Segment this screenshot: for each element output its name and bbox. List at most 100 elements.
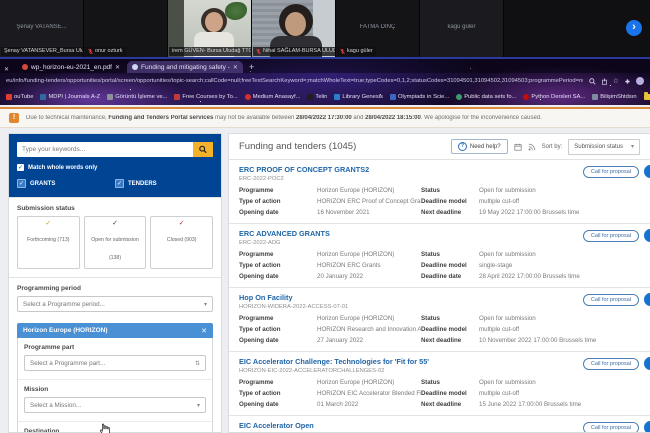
favourite-circle-button[interactable] (644, 165, 650, 178)
bookmark-item[interactable]: Medium Anasayf... (245, 94, 301, 100)
pdf-favicon (22, 64, 28, 70)
status-forthcoming-toggle[interactable]: ✓ Forthcoming (713) (17, 216, 80, 269)
call-title-link[interactable]: Hop On Facility (239, 293, 539, 302)
close-icon[interactable]: ✕ (4, 66, 9, 73)
status-open-toggle[interactable]: ✓ Open for submission (138) (84, 216, 147, 269)
tenders-checkbox[interactable]: ✓ TENDERS (115, 179, 213, 188)
call-title-link[interactable]: ERC PROOF OF CONCEPT GRANTS2 (239, 165, 539, 174)
status-closed-toggle[interactable]: ✓ Closed (903) (150, 216, 213, 269)
bookmark-item[interactable]: ouTube (6, 94, 33, 100)
check-icon: ✓ (152, 220, 211, 228)
programme-period-select[interactable]: Select a Programme period... ▾ (17, 296, 213, 312)
selected-programme-chip[interactable]: Horizon Europe (HORIZON) ✕ (17, 323, 213, 338)
participant-tile[interactable]: Şenay VATANSE... Şenay VATANSEVER_Bursa … (0, 0, 83, 57)
results-panel: Funding and tenders (1045) ? Need help? … (228, 133, 650, 433)
chevron-down-icon: ▾ (197, 402, 200, 409)
grants-checkbox[interactable]: ✓ GRANTS (17, 179, 115, 188)
results-list: ERC PROOF OF CONCEPT GRANTS2 ERC-2022-PO… (229, 160, 650, 432)
match-whole-words-checkbox[interactable]: ✓ Match whole words only (17, 164, 213, 171)
url-text[interactable]: eu/info/funding-tenders/opportunities/po… (6, 78, 583, 84)
participant-tile[interactable]: kagu güler (420, 0, 503, 57)
favourite-circle-button[interactable] (644, 293, 650, 306)
bookmark-item[interactable]: Telin (307, 94, 327, 100)
next-participants-icon[interactable]: › (626, 20, 642, 36)
section-label: Programming period (17, 285, 213, 292)
destination-section: Destination Select a Destination... ▾ (18, 422, 212, 433)
programme-part-select[interactable]: Select a Programme part... ⇅ (24, 355, 206, 371)
calendar-icon[interactable] (514, 143, 522, 151)
tab-funding-portal[interactable]: Funding and mitigating safety - ✕ (127, 61, 243, 73)
close-icon[interactable]: ✕ (115, 64, 120, 71)
participant-tile[interactable]: irem GÜVEN- Bursa Uludağ TTO (168, 0, 251, 57)
result-card: Hop On Facility HORIZON-WIDERA-2022-ACCE… (229, 288, 650, 352)
mission-select[interactable]: Select a Mission... ▾ (24, 397, 206, 413)
portal-page: ! Due to technical maintenance, Funding … (0, 105, 650, 433)
warning-icon: ! (9, 113, 19, 123)
other-bookmarks-folder[interactable]: Oth... (644, 94, 650, 100)
call-for-proposal-badge[interactable]: Call for proposal (583, 422, 639, 433)
plant (225, 2, 247, 20)
participant-tile[interactable]: onur ozturk (84, 0, 167, 57)
result-card: EIC Accelerator Challenge: Technologies … (229, 352, 650, 416)
sort-by-label: Sort by: (542, 144, 563, 150)
bookmark-item[interactable]: BilişimShtdsın (592, 94, 636, 100)
call-identifier: HORIZON-WIDERA-2022-ACCESS-07-01 (239, 304, 640, 310)
participant-tile[interactable]: Nihal SAĞLAM-BURSA ULUDAĞ ... (252, 0, 335, 57)
call-for-proposal-badge[interactable]: Call for proposal (583, 230, 639, 242)
checkbox-check-icon: ✓ (17, 179, 26, 188)
bookmark-item[interactable]: Görüntü İşleme ve... (107, 94, 167, 100)
rss-icon[interactable] (528, 143, 536, 151)
participant-face (205, 12, 223, 32)
extensions-icon[interactable] (624, 78, 631, 85)
screen: Şenay VATANSE... Şenay VATANSEVER_Bursa … (0, 0, 650, 433)
favourite-circle-button[interactable] (644, 229, 650, 242)
call-title-link[interactable]: EIC Accelerator Challenge: Technologies … (239, 357, 539, 366)
call-title-link[interactable]: ERC ADVANCED GRANTS (239, 229, 539, 238)
call-for-proposal-badge[interactable]: Call for proposal (583, 358, 639, 370)
profile-avatar[interactable] (636, 77, 644, 85)
bookmark-favicon (6, 94, 12, 100)
section-label: Mission (24, 386, 206, 393)
close-icon[interactable]: ✕ (201, 327, 207, 335)
checkbox-check-icon: ✓ (17, 164, 24, 171)
new-tab-icon[interactable]: + (249, 61, 254, 73)
bookmark-item[interactable]: Public data sets fo... (456, 94, 516, 100)
bookmark-item[interactable]: MDPI | Journals A-Z (40, 94, 100, 100)
close-icon[interactable]: ✕ (233, 64, 238, 71)
participant-name: kagu güler (420, 24, 503, 30)
participant-tile[interactable]: FATMA DİNÇ kagu güler (336, 0, 419, 57)
search-input[interactable] (17, 142, 193, 157)
bookmark-favicon (334, 94, 340, 100)
call-title-link[interactable]: EIC Accelerator Open (239, 421, 539, 430)
favourite-circle-button[interactable] (644, 421, 650, 432)
favourite-circle-button[interactable] (644, 357, 650, 370)
call-for-proposal-badge[interactable]: Call for proposal (583, 294, 639, 306)
bookmark-item[interactable]: Olympiads in Scie... (390, 94, 449, 100)
check-icon: ✓ (19, 220, 78, 228)
mic-muted-icon (256, 48, 261, 55)
results-title: Funding and tenders (1045) (239, 141, 451, 152)
address-bar[interactable]: eu/info/funding-tenders/opportunities/po… (0, 73, 650, 89)
sort-select[interactable]: Submission status ▾ (568, 139, 640, 155)
call-for-proposal-badge[interactable]: Call for proposal (583, 166, 639, 178)
bookmark-item[interactable]: Library Genesis (334, 94, 383, 100)
participant-face (285, 12, 306, 36)
participant-label: onur ozturk (85, 47, 126, 56)
bookmark-item[interactable]: Free Courses by To... (174, 94, 237, 100)
bookmark-item[interactable]: Python Dersleri SA... (523, 94, 585, 100)
bookmarks-bar: ouTube MDPI | Journals A-Z Görüntü İşlem… (0, 89, 650, 105)
chevron-down-icon: ▾ (631, 143, 634, 150)
share-icon[interactable] (601, 78, 608, 85)
programme-filters-box: Programme part Select a Programme part..… (17, 338, 213, 433)
browser-chrome: ✕ wp_horizon-eu-2021_en.pdf ✕ Funding an… (0, 57, 650, 105)
check-icon: ✓ (86, 220, 145, 228)
search-icon[interactable] (589, 78, 596, 85)
search-button[interactable] (193, 142, 213, 157)
need-help-button[interactable]: ? Need help? (451, 139, 508, 154)
mission-section: Mission Select a Mission... ▾ (18, 380, 212, 422)
tab-pdf[interactable]: wp_horizon-eu-2021_en.pdf ✕ (17, 61, 125, 73)
participant-label: kagu güler (337, 47, 376, 56)
result-card: EIC Accelerator Open HORIZON-EIC-2022-AC… (229, 416, 650, 432)
bookmark-star-icon[interactable]: ☆ (613, 77, 619, 85)
bookmark-favicon (592, 94, 598, 100)
